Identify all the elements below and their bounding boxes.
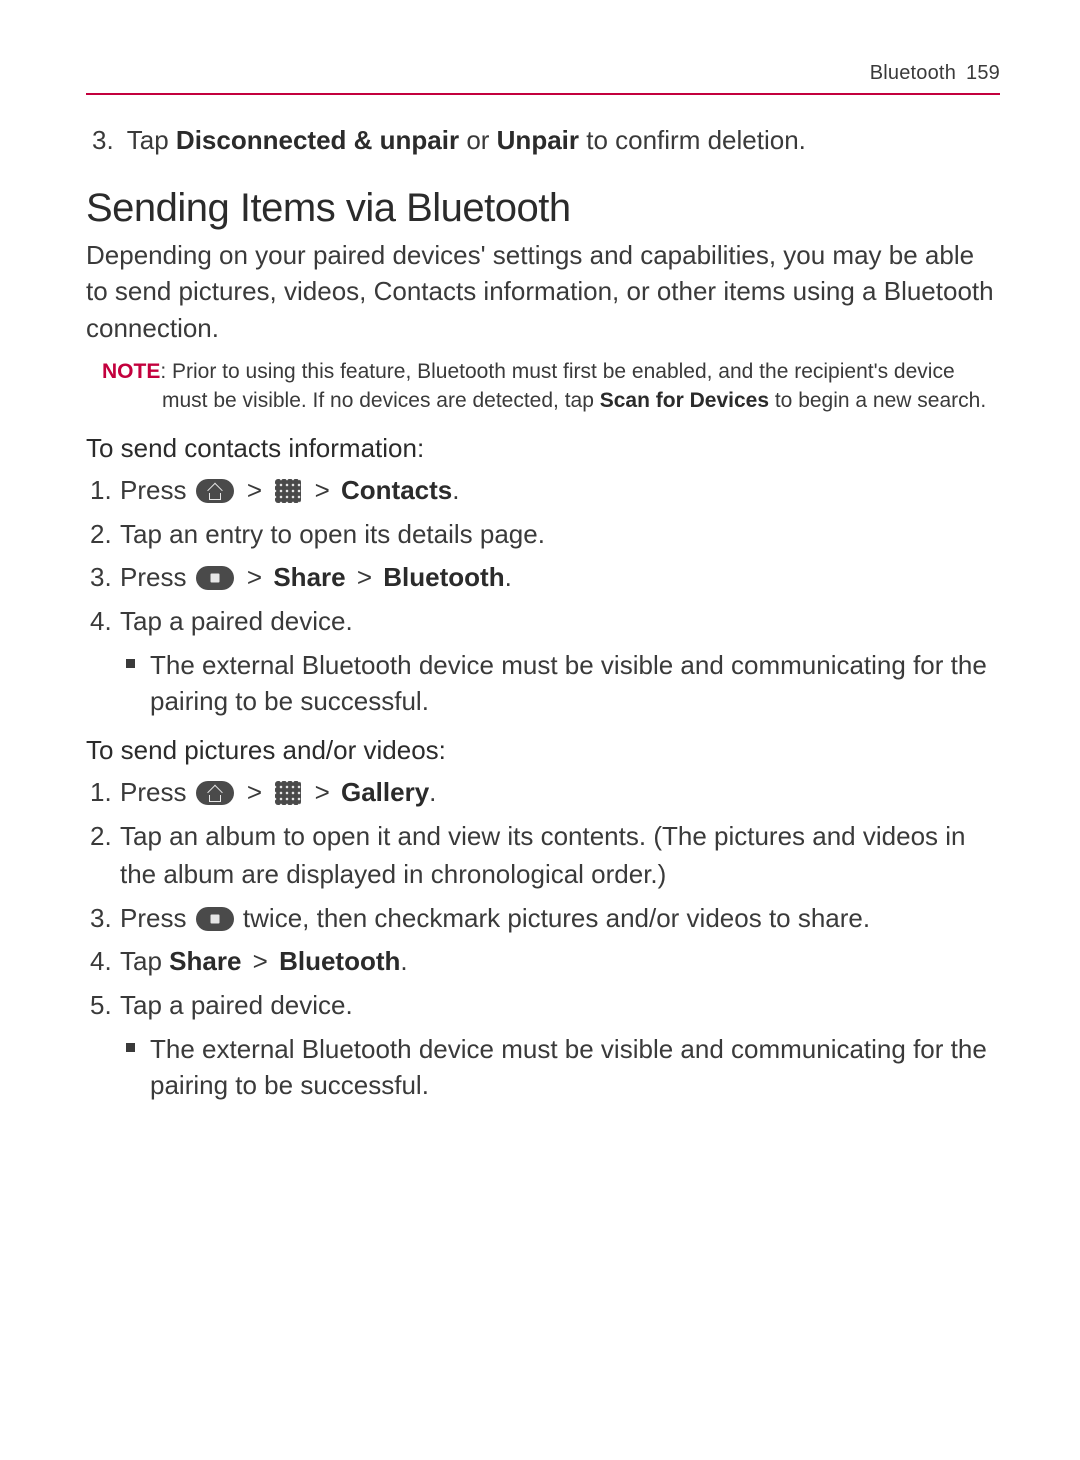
text: .	[452, 475, 459, 505]
bold-unpair: Unpair	[497, 125, 579, 155]
menu-key-icon	[196, 907, 234, 931]
bold-share: Share	[169, 946, 241, 976]
chevron-right-icon: >	[253, 946, 268, 976]
text: Press	[120, 777, 194, 807]
subheading-media: To send pictures and/or videos:	[86, 735, 1000, 766]
chevron-right-icon: >	[315, 777, 330, 807]
bold-bluetooth: Bluetooth	[279, 946, 400, 976]
page-number: 159	[966, 62, 1000, 85]
section-heading: Sending Items via Bluetooth	[86, 186, 1000, 231]
chevron-right-icon: >	[315, 475, 330, 505]
text: to confirm deletion.	[586, 125, 806, 155]
bold-scan-for-devices: Scan for Devices	[600, 389, 769, 412]
text: Tap a paired device.	[120, 606, 353, 636]
text: .	[505, 562, 512, 592]
bold-contacts: Contacts	[341, 475, 452, 505]
chevron-right-icon: >	[247, 777, 262, 807]
text: or	[466, 125, 496, 155]
media-step-3: Press twice, then checkmark pictures and…	[120, 900, 1000, 938]
bold-gallery: Gallery	[341, 777, 429, 807]
note-label: NOTE	[102, 360, 160, 383]
home-key-icon	[196, 479, 234, 503]
contacts-step-2: Tap an entry to open its details page.	[120, 516, 1000, 554]
section-intro: Depending on your paired devices' settin…	[86, 237, 1000, 346]
subheading-contacts: To send contacts information:	[86, 433, 1000, 464]
note-block: NOTE: Prior to using this feature, Bluet…	[86, 358, 1000, 415]
contacts-step-3: Press > Share > Bluetooth.	[120, 559, 1000, 597]
text: twice, then checkmark pictures and/or vi…	[243, 903, 870, 933]
apps-grid-icon	[275, 479, 301, 503]
text: .	[429, 777, 436, 807]
text: Tap	[120, 946, 169, 976]
chevron-right-icon: >	[357, 562, 372, 592]
chevron-right-icon: >	[247, 562, 262, 592]
apps-grid-icon	[275, 781, 301, 805]
continued-step-3: 3. Tap Disconnected & unpair or Unpair t…	[86, 123, 1000, 158]
list-item: The external Bluetooth device must be vi…	[150, 1031, 1000, 1104]
home-key-icon	[196, 781, 234, 805]
bold-disconnected-unpair: Disconnected & unpair	[176, 125, 459, 155]
media-step-5-notes: The external Bluetooth device must be vi…	[120, 1031, 1000, 1104]
list-item: The external Bluetooth device must be vi…	[150, 647, 1000, 720]
contacts-step-4: Tap a paired device. The external Blueto…	[120, 603, 1000, 719]
note-text-post: to begin a new search.	[769, 389, 986, 412]
media-step-4: Tap Share > Bluetooth.	[120, 943, 1000, 981]
text: Tap	[127, 125, 176, 155]
steps-contacts: Press > > Contacts. Tap an entry to open…	[86, 472, 1000, 720]
contacts-step-4-notes: The external Bluetooth device must be vi…	[120, 647, 1000, 720]
running-header: Bluetooth 159	[86, 62, 1000, 95]
text: Press	[120, 903, 194, 933]
contacts-step-1: Press > > Contacts.	[120, 472, 1000, 510]
media-step-2: Tap an album to open it and view its con…	[120, 818, 1000, 893]
text: Tap a paired device.	[120, 990, 353, 1020]
chevron-right-icon: >	[247, 475, 262, 505]
text: Press	[120, 562, 194, 592]
text: .	[400, 946, 407, 976]
header-section-name: Bluetooth	[870, 62, 956, 85]
bold-share: Share	[273, 562, 345, 592]
media-step-5: Tap a paired device. The external Blueto…	[120, 987, 1000, 1103]
text: Press	[120, 475, 194, 505]
menu-key-icon	[196, 566, 234, 590]
media-step-1: Press > > Gallery.	[120, 774, 1000, 812]
manual-page: Bluetooth 159 3. Tap Disconnected & unpa…	[0, 0, 1080, 1460]
bold-bluetooth: Bluetooth	[383, 562, 504, 592]
steps-media: Press > > Gallery. Tap an album to open …	[86, 774, 1000, 1103]
